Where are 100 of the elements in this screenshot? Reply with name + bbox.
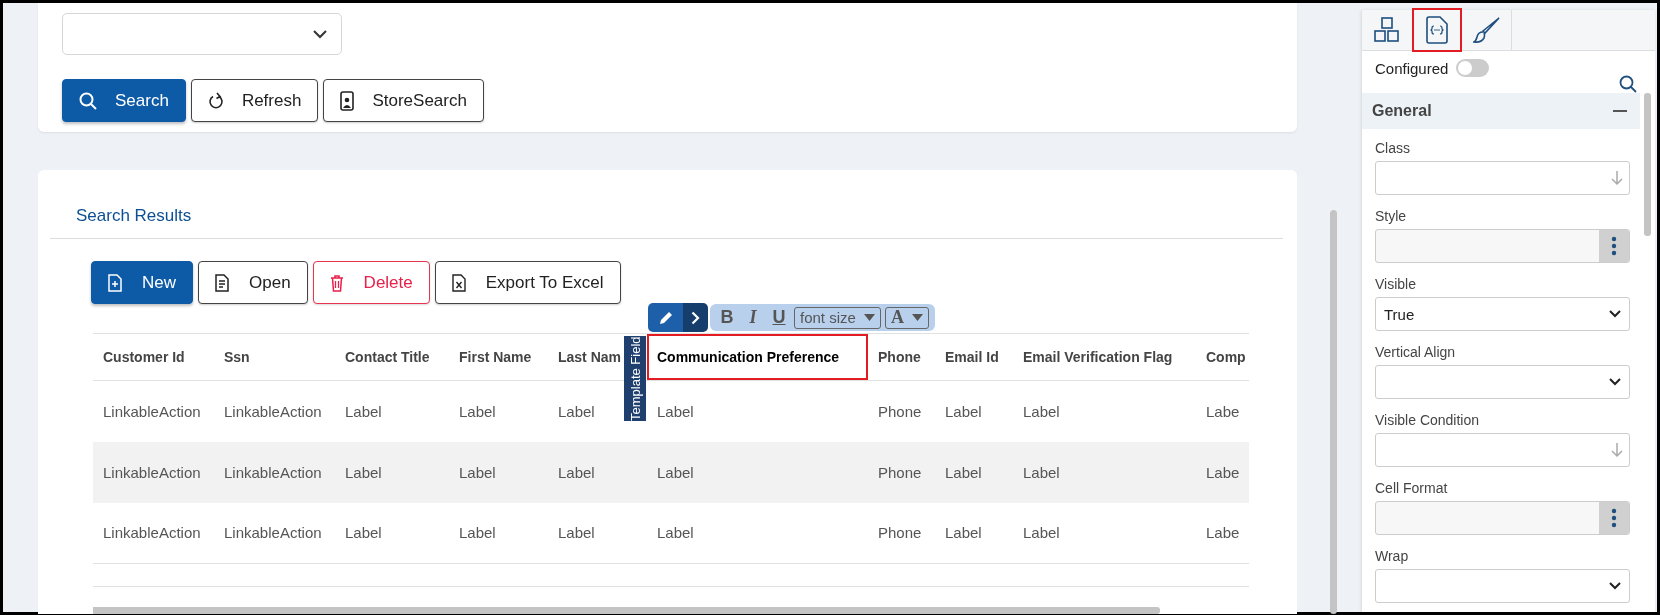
table-cell: Label — [558, 524, 595, 542]
caret-down-icon — [911, 314, 923, 321]
table-cell: Phone — [878, 524, 922, 542]
column-header[interactable]: Customer Id — [93, 333, 214, 381]
table-cell: Labe — [1206, 463, 1240, 481]
column-header[interactable]: Email Id — [935, 333, 1013, 381]
table-cell: Label — [459, 524, 496, 542]
input-field[interactable] — [1375, 229, 1630, 263]
id-badge-icon — [340, 90, 355, 111]
table-cell: Label — [945, 463, 982, 481]
open-button[interactable]: Open — [198, 261, 308, 304]
table-cell: Label — [1023, 524, 1060, 542]
input-field[interactable] — [1375, 501, 1630, 535]
table-cell: LinkableAction — [103, 524, 201, 542]
font-color-select[interactable]: A — [884, 306, 929, 329]
chevron-down-icon — [313, 29, 327, 39]
italic-button[interactable]: I — [742, 307, 764, 328]
table-cell: Label — [1023, 402, 1060, 420]
section-title: Search Results — [75, 206, 193, 227]
table-cell: Phone — [878, 402, 922, 420]
trash-icon — [329, 273, 344, 292]
input-field[interactable] — [1375, 161, 1630, 195]
table-cell: LinkableAction — [224, 402, 322, 420]
scrollbar[interactable] — [1330, 210, 1337, 614]
table-cell: Label — [459, 402, 496, 420]
table-cell: Label — [459, 463, 496, 481]
table-cell: Label — [345, 524, 382, 542]
edit-button[interactable] — [648, 303, 683, 332]
table-cell: Label — [657, 524, 694, 542]
pencil-icon — [657, 309, 674, 326]
table-cell: Label — [945, 524, 982, 542]
kebab-menu-icon[interactable] — [1611, 236, 1617, 256]
panel-tab[interactable] — [1412, 8, 1462, 52]
chevron-right-icon — [691, 310, 700, 325]
field-label: Visible — [1375, 276, 1417, 292]
column-header[interactable]: First Name — [449, 333, 549, 381]
refresh-icon — [207, 91, 224, 110]
brush-icon — [1472, 16, 1501, 44]
expand-button[interactable] — [683, 303, 708, 332]
table-cell: Phone — [878, 463, 922, 481]
search-icon[interactable] — [1619, 75, 1637, 93]
field-label: Class — [1375, 140, 1411, 156]
delete-button[interactable]: Delete — [312, 261, 430, 304]
scrollbar[interactable] — [1644, 93, 1651, 236]
new-document-icon — [108, 273, 122, 292]
table-cell: Labe — [1206, 402, 1240, 420]
column-header[interactable]: Phone — [868, 333, 935, 381]
toggle-label: Configured — [1375, 59, 1449, 77]
dropdown[interactable] — [62, 13, 342, 55]
export-button[interactable]: Export To Excel — [434, 261, 621, 304]
field-label: Style — [1375, 208, 1408, 224]
down-arrow-icon — [1611, 442, 1623, 458]
search-icon — [79, 91, 97, 110]
toggle-switch[interactable] — [1456, 59, 1490, 77]
table-cell: Label — [657, 463, 694, 481]
field-label: Visible Condition — [1375, 412, 1481, 428]
table-cell: Label — [345, 402, 382, 420]
table-cell: LinkableAction — [224, 463, 322, 481]
blocks-icon — [1374, 17, 1400, 43]
underline-button[interactable]: U — [768, 307, 790, 328]
chevron-down-icon — [1609, 582, 1621, 590]
spreadsheet-file-icon — [451, 273, 466, 292]
input-field[interactable] — [1375, 433, 1630, 467]
store-search-button[interactable]: StoreSearch — [323, 79, 484, 122]
column-header[interactable]: Last Nam — [549, 333, 622, 381]
table-cell: Label — [657, 402, 694, 420]
table-cell: Label — [558, 402, 595, 420]
select-field[interactable] — [1375, 365, 1630, 399]
table-cell: Label — [558, 463, 595, 481]
new-button[interactable]: New — [91, 261, 193, 304]
font-size-select[interactable]: font size — [794, 306, 881, 329]
column-header[interactable]: Ssn — [214, 333, 335, 381]
down-arrow-icon — [1611, 170, 1623, 186]
document-icon — [215, 273, 229, 292]
code-file-icon — [1426, 16, 1448, 44]
refresh-button[interactable]: Refresh — [190, 79, 319, 122]
chevron-down-icon — [1609, 310, 1621, 318]
column-header[interactable]: Contact Title — [335, 333, 449, 381]
column-header[interactable]: Comp — [1196, 333, 1249, 381]
table-cell: LinkableAction — [224, 524, 322, 542]
table-cell: Label — [1023, 463, 1060, 481]
template-field-tag: Template Field — [624, 336, 646, 421]
table-cell: Label — [345, 463, 382, 481]
section-header[interactable]: General — [1362, 93, 1640, 129]
chevron-down-icon — [1609, 378, 1621, 386]
bold-button[interactable]: B — [716, 307, 738, 328]
field-label: Cell Format — [1375, 480, 1449, 496]
caret-down-icon — [863, 314, 875, 321]
table-cell: Label — [945, 402, 982, 420]
column-header[interactable]: Communication Preference — [647, 333, 868, 381]
column-header[interactable]: Email Verification Flag — [1013, 333, 1196, 381]
search-button[interactable]: Search — [62, 79, 186, 122]
select-field[interactable]: True — [1375, 297, 1630, 331]
field-label: Vertical Align — [1375, 344, 1457, 360]
select-field[interactable] — [1375, 569, 1630, 603]
table-cell: LinkableAction — [103, 463, 201, 481]
kebab-menu-icon[interactable] — [1611, 508, 1617, 528]
table-cell: LinkableAction — [103, 402, 201, 420]
table-cell: Labe — [1206, 524, 1240, 542]
horizontal-scrollbar[interactable] — [93, 607, 1160, 614]
